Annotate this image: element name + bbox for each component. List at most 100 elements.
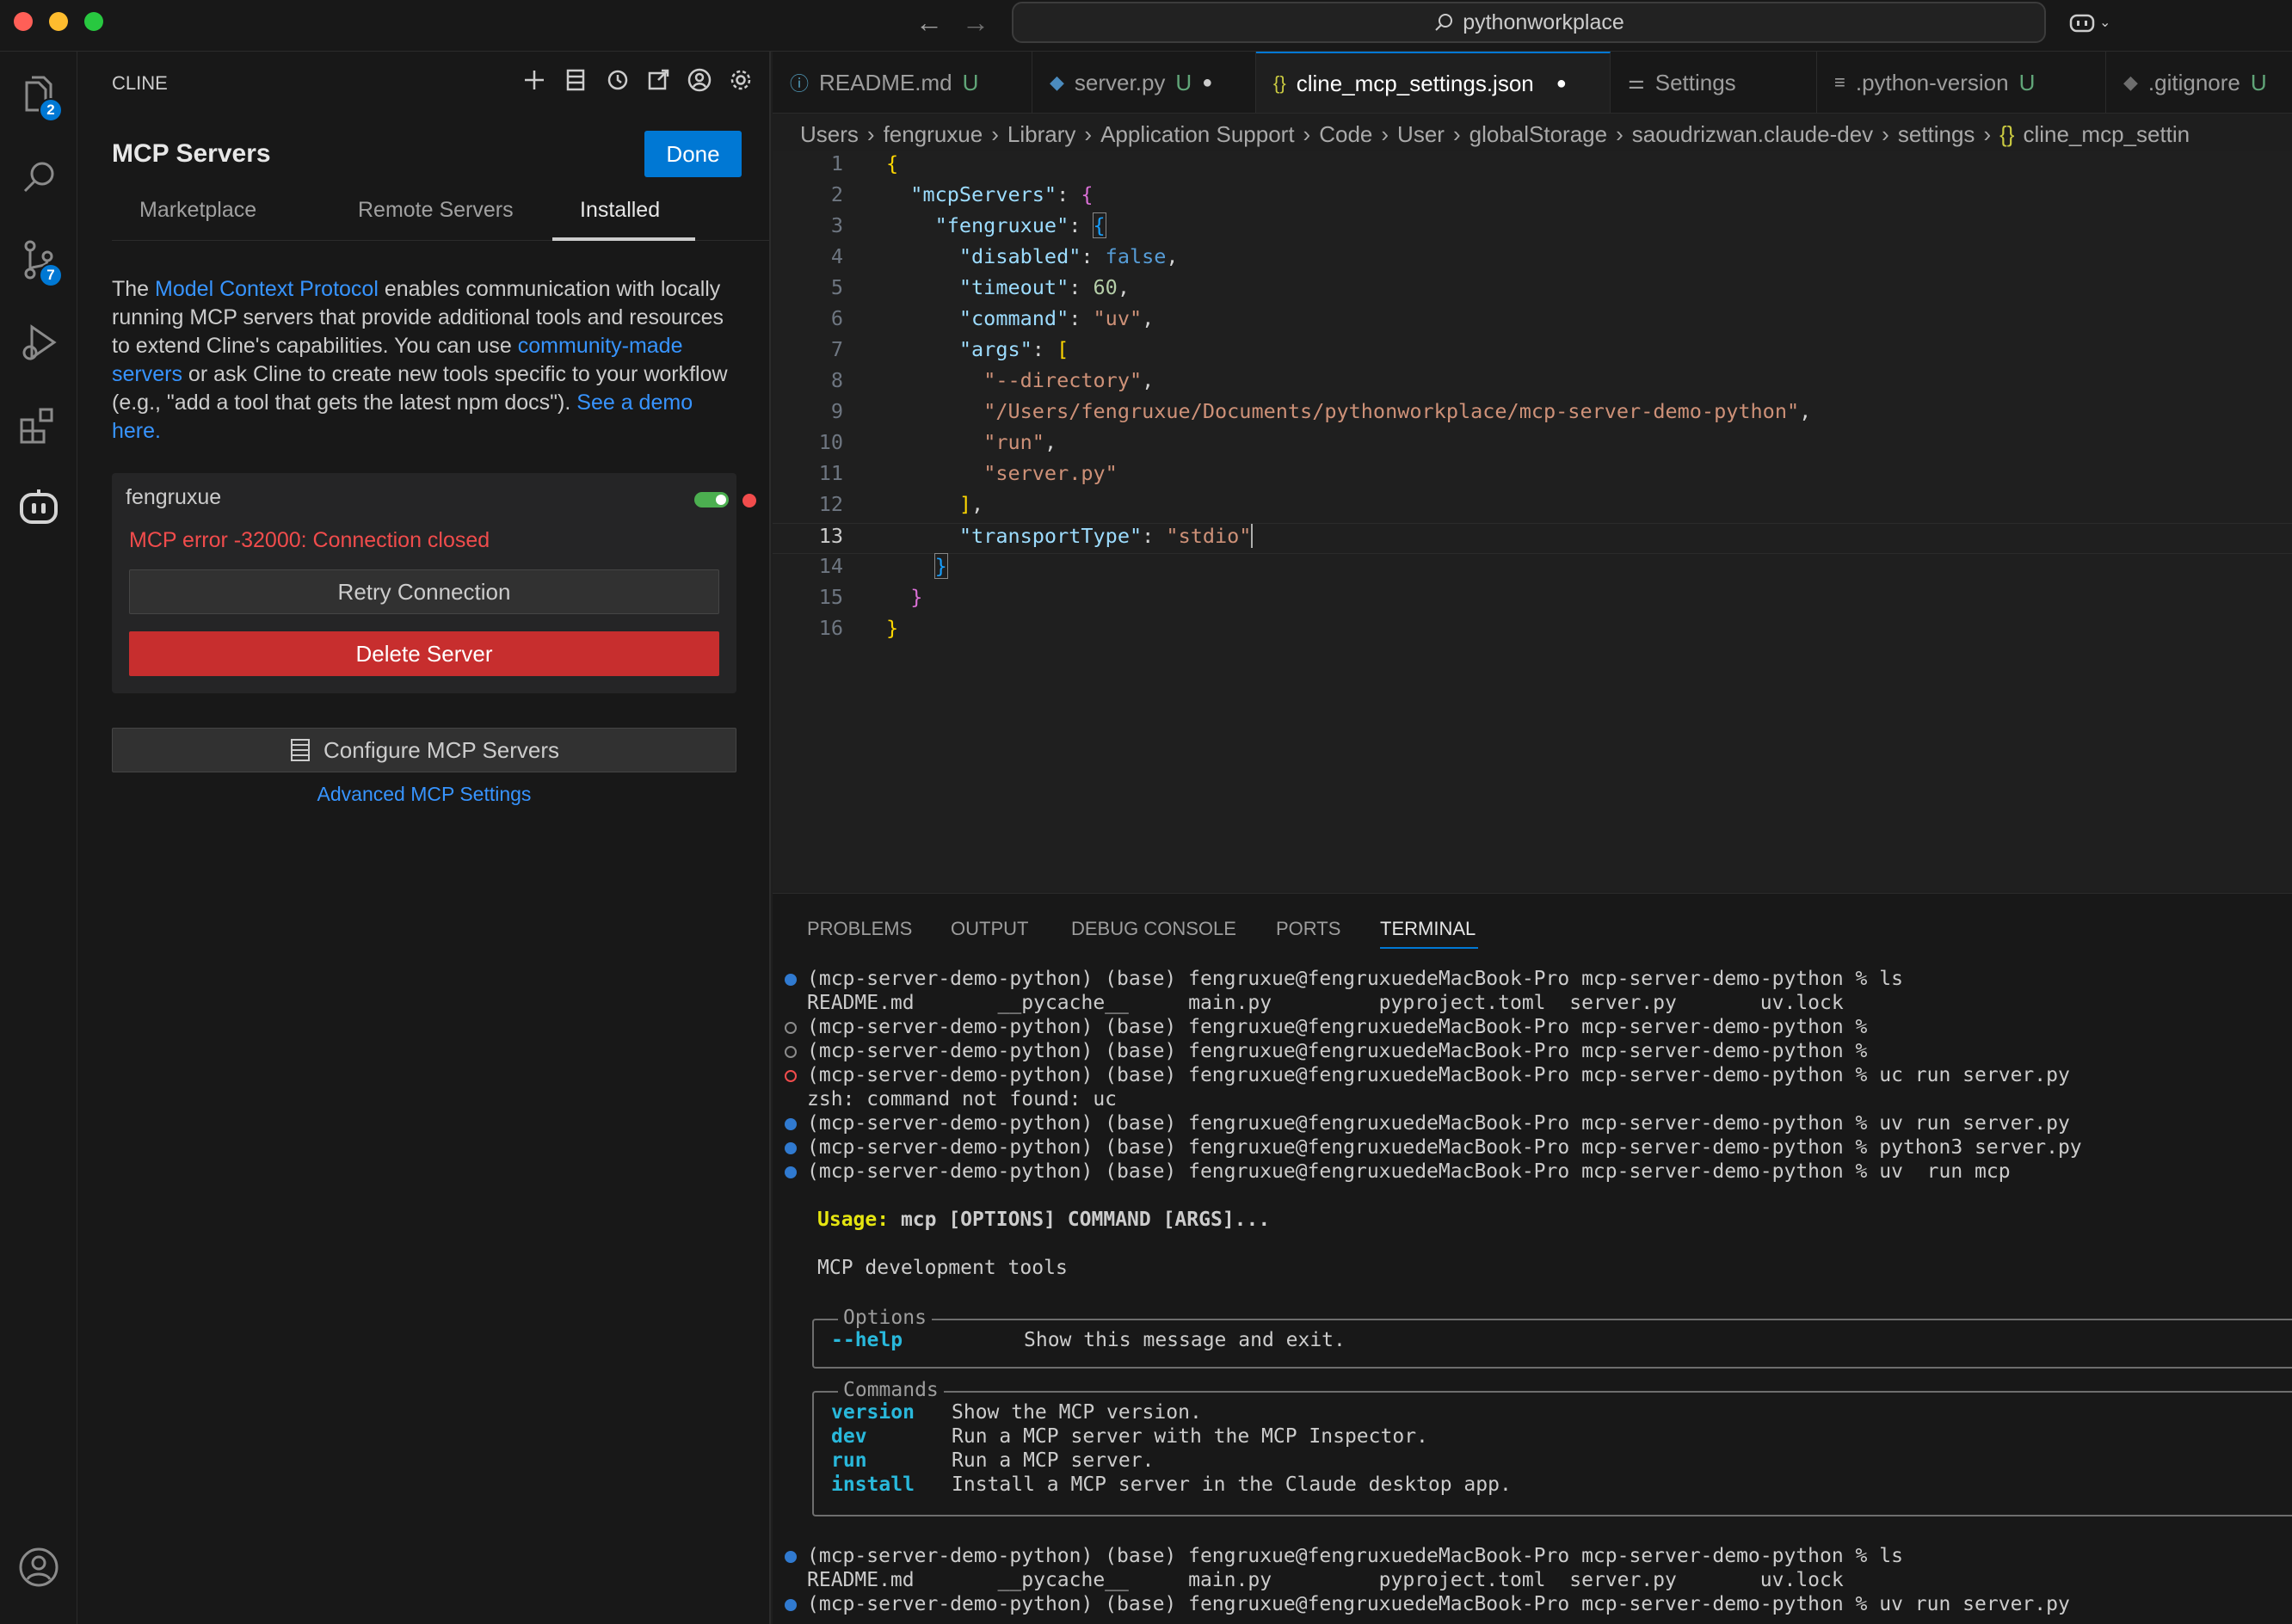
extensions-button[interactable] [13, 399, 65, 451]
advanced-mcp-settings-link[interactable]: Advanced MCP Settings [112, 783, 736, 806]
command-description: Install a MCP server in the Claude deskt… [952, 1473, 1512, 1496]
code-line: 12 ], [773, 492, 2292, 523]
source-control-button[interactable]: 7 [13, 234, 65, 287]
breadcrumb-item[interactable]: saoudrizwan.claude-dev [1632, 121, 1873, 148]
breadcrumb-item[interactable]: globalStorage [1469, 121, 1607, 148]
code-editor[interactable]: 1{ 2 "mcpServers": { 3 "fengruxue": { 4 … [773, 151, 2292, 891]
gear-icon[interactable] [728, 67, 754, 93]
tab-settings[interactable]: ⚌ Settings [1611, 52, 1817, 113]
line-number: 10 [818, 430, 843, 454]
chevron-right-icon: › [866, 120, 875, 147]
done-button[interactable]: Done [644, 131, 742, 177]
json-key: "command" [958, 306, 1069, 330]
json-value: "uv" [1093, 306, 1143, 330]
tab-problems[interactable]: PROBLEMS [807, 918, 912, 940]
server-name: fengruxue [126, 485, 222, 509]
code-line: 1{ [773, 151, 2292, 182]
accounts-button[interactable] [13, 1541, 65, 1593]
activity-bar: 2 7 [0, 52, 77, 1624]
tab-cline-mcp-settings[interactable]: {} cline_mcp_settings.json ● [1256, 52, 1611, 113]
line-number: 7 [830, 337, 843, 361]
account-icon[interactable] [687, 67, 712, 93]
command-name: run [831, 1449, 867, 1472]
configure-mcp-servers-button[interactable]: Configure MCP Servers [112, 728, 736, 772]
code-line: 9 "/Users/fengruxue/Documents/pythonwork… [773, 399, 2292, 430]
minimize-window-button[interactable] [49, 12, 68, 31]
sidebar-header: CLINE [112, 72, 168, 94]
explorer-button[interactable]: 2 [13, 69, 65, 122]
unsaved-dot-icon[interactable]: ● [1202, 73, 1212, 93]
tab-python-version[interactable]: ≡ .python-version U [1817, 52, 2106, 113]
server-card[interactable]: fengruxue MCP error -32000: Connection c… [112, 473, 756, 693]
json-value: 60 [1093, 275, 1118, 299]
breadcrumb-item[interactable]: settings [1898, 121, 1975, 148]
copilot-menu[interactable]: ⌄ [2068, 9, 2116, 36]
delete-server-button[interactable]: Delete Server [129, 631, 719, 676]
tab-marketplace[interactable]: Marketplace [139, 198, 256, 223]
zoom-window-button[interactable] [84, 12, 103, 31]
popout-icon[interactable] [645, 67, 671, 93]
tab-terminal[interactable]: TERMINAL [1380, 918, 1476, 940]
server-stack-icon [290, 739, 310, 761]
code-line: 2 "mcpServers": { [773, 182, 2292, 213]
tab-server-py[interactable]: ◆ server.py U ● [1032, 52, 1256, 113]
command-center-search[interactable]: pythonworkplace [1012, 2, 2046, 43]
git-icon: ◆ [2123, 71, 2138, 93]
terminal-command: uv run server.py [1879, 1112, 2070, 1135]
breadcrumb-item[interactable]: cline_mcp_settin [2023, 121, 2190, 148]
tab-debug-console[interactable]: DEBUG CONSOLE [1071, 918, 1236, 940]
breadcrumb-item[interactable]: User [1397, 121, 1445, 148]
command-success-icon [785, 1118, 797, 1130]
tab-status: U [962, 69, 979, 95]
retry-connection-button[interactable]: Retry Connection [129, 569, 719, 614]
breadcrumb-item[interactable]: Code [1319, 121, 1372, 148]
breadcrumb-item[interactable]: Users [800, 121, 859, 148]
line-number: 13 [818, 524, 843, 548]
line-number: 16 [818, 616, 843, 640]
json-key: "disabled" [958, 244, 1081, 268]
tab-installed[interactable]: Installed [580, 198, 660, 223]
forward-arrow-icon[interactable]: → [962, 7, 989, 39]
history-icon[interactable] [604, 67, 630, 93]
code-line: 10 "run", [773, 430, 2292, 461]
tab-label: cline_mcp_settings.json [1296, 70, 1534, 96]
terminal-command: ls [1879, 1545, 1903, 1567]
chevron-right-icon: › [1616, 120, 1624, 147]
breadcrumb-item[interactable]: fengruxue [884, 121, 983, 148]
tab-label: server.py [1074, 69, 1166, 95]
command-success-icon [785, 1142, 797, 1154]
chevron-right-icon: › [1084, 120, 1093, 147]
close-window-button[interactable] [14, 12, 33, 31]
back-arrow-icon[interactable]: ← [915, 7, 943, 39]
code-line: 8 "--directory", [773, 368, 2292, 399]
line-number: 1 [830, 151, 843, 175]
command-description: Run a MCP server. [952, 1449, 1155, 1472]
json-value: "--directory" [983, 368, 1143, 392]
server-enabled-toggle[interactable] [694, 492, 729, 508]
mcp-servers-icon[interactable] [563, 67, 588, 93]
search-view-button[interactable] [13, 151, 65, 203]
active-tab-indicator [552, 237, 695, 241]
tab-readme[interactable]: ⓘ README.md U [773, 52, 1032, 113]
search-icon [23, 162, 54, 193]
model-context-protocol-link[interactable]: Model Context Protocol [155, 277, 379, 301]
editor-tab-bar: ⓘ README.md U ◆ server.py U ● {} cline_m… [773, 52, 2292, 114]
breadcrumb-item[interactable]: Library [1007, 121, 1075, 148]
tab-ports[interactable]: PORTS [1276, 918, 1340, 940]
tab-output[interactable]: OUTPUT [951, 918, 1028, 940]
tab-remote-servers[interactable]: Remote Servers [358, 198, 514, 223]
plus-icon[interactable] [521, 67, 547, 93]
run-debug-button[interactable] [13, 317, 65, 368]
scm-badge: 7 [39, 263, 63, 287]
terminal-error-line: zsh: command not found: uc [807, 1088, 1118, 1110]
line-number: 14 [818, 554, 843, 578]
server-error-message: MCP error -32000: Connection closed [129, 528, 490, 552]
unsaved-dot-icon[interactable]: ● [1556, 74, 1567, 94]
search-icon [1435, 14, 1453, 31]
terminal-command: python3 server.py [1879, 1136, 2082, 1159]
line-number: 15 [818, 585, 843, 609]
cline-button[interactable] [13, 482, 65, 533]
breadcrumb-item[interactable]: Application Support [1100, 121, 1294, 148]
tab-gitignore[interactable]: ◆ .gitignore U [2106, 52, 2292, 113]
cline-robot-icon [20, 489, 58, 524]
